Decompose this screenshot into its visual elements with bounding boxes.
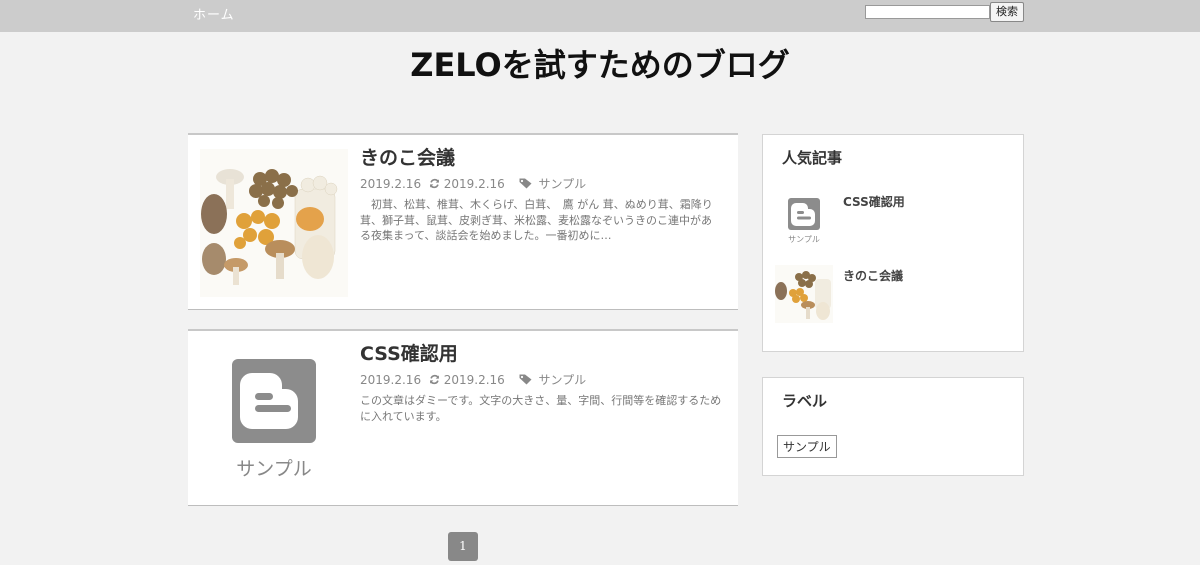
- thumb-caption: サンプル: [788, 235, 820, 244]
- published-date: 2019.2.16: [360, 372, 422, 387]
- post-label-link[interactable]: サンプル: [538, 175, 586, 192]
- popular-post-item[interactable]: きのこ会議: [775, 265, 1015, 325]
- mushroom-photo-thumbnail[interactable]: [200, 149, 348, 297]
- tag-icon: [519, 178, 532, 189]
- widget-title: ラベル: [782, 392, 828, 410]
- mushroom-photo-thumbnail[interactable]: [775, 265, 833, 323]
- tag-icon: [519, 374, 532, 385]
- updated-date: 2019.2.16: [443, 372, 505, 387]
- popular-post-title[interactable]: きのこ会議: [843, 267, 903, 284]
- widget-title: 人気記事: [782, 149, 843, 167]
- post-card: きのこ会議 2019.2.16 2019.2.16 サンプル 初茸、松茸、椎茸、…: [188, 133, 738, 310]
- post-card: サンプル CSS確認用 2019.2.16 2019.2.16 サンプル この文…: [188, 329, 738, 506]
- refresh-icon: [430, 374, 439, 385]
- nav-home-link[interactable]: ホーム: [193, 4, 235, 23]
- post-excerpt: この文章はダミーです。文字の大きさ、量、字間、行間等を確認するために入れています…: [360, 394, 722, 423]
- post-meta: 2019.2.16 2019.2.16 サンプル: [360, 175, 586, 192]
- site-title[interactable]: ZELOを試すためのブログ: [0, 40, 1200, 86]
- blogger-icon[interactable]: サンプル: [200, 345, 348, 493]
- post-excerpt: 初茸、松茸、椎茸、木くらげ、白茸、 鷹 がん 茸、ぬめり茸、霜降り茸、獅子茸、鼠…: [360, 198, 713, 242]
- popular-post-title[interactable]: CSS確認用: [843, 193, 905, 210]
- pagination-page-1[interactable]: 1: [448, 532, 478, 561]
- search-button[interactable]: 検索: [990, 2, 1024, 22]
- search-input[interactable]: [865, 5, 990, 19]
- updated-date: 2019.2.16: [443, 176, 505, 191]
- labels-widget: ラベル サンプル: [762, 377, 1024, 476]
- post-title[interactable]: CSS確認用: [360, 339, 458, 366]
- post-label-link[interactable]: サンプル: [538, 371, 586, 388]
- post-title[interactable]: きのこ会議: [360, 143, 455, 170]
- published-date: 2019.2.16: [360, 176, 422, 191]
- post-meta: 2019.2.16 2019.2.16 サンプル: [360, 371, 586, 388]
- refresh-icon: [430, 178, 439, 189]
- popular-posts-widget: 人気記事 サンプル CSS確認用 きのこ会議: [762, 134, 1024, 352]
- thumb-caption: サンプル: [236, 458, 311, 480]
- top-nav-bar: ホーム 検索: [0, 0, 1200, 32]
- label-chip[interactable]: サンプル: [777, 435, 837, 458]
- blogger-icon[interactable]: サンプル: [775, 191, 833, 249]
- popular-post-item[interactable]: サンプル CSS確認用: [775, 191, 1015, 251]
